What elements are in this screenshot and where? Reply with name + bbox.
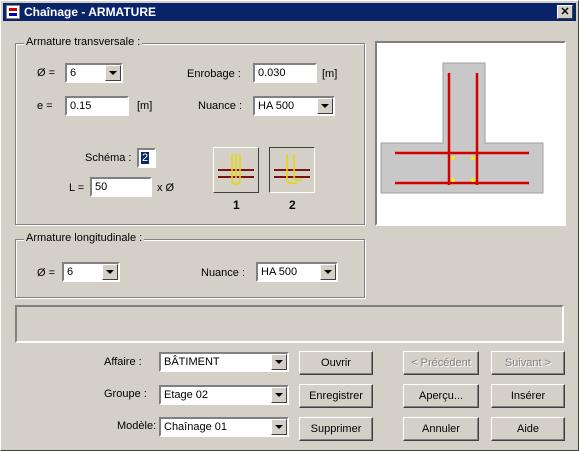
diam-trans-select[interactable]: 6 xyxy=(65,63,123,83)
enrobage-label: Enrobage : xyxy=(187,68,241,80)
modele-select[interactable]: Chaînage 01 xyxy=(159,417,289,437)
affaire-select[interactable]: BÂTIMENT xyxy=(159,352,289,372)
nuance-long-value: HA 500 xyxy=(261,266,298,278)
aide-button[interactable]: Aide xyxy=(491,417,565,441)
nuance-trans-select[interactable]: HA 500 xyxy=(253,96,335,116)
modele-value: Chaînage 01 xyxy=(164,421,227,433)
chevron-down-icon[interactable] xyxy=(102,264,118,280)
apercu-button[interactable]: Aperçu... xyxy=(403,384,479,408)
transversale-legend: Armature transversale : xyxy=(24,36,143,48)
section-drawing xyxy=(380,62,544,194)
nuance-long-label: Nuance : xyxy=(201,267,246,279)
section-preview xyxy=(375,41,566,226)
groupe-value: Etage 02 xyxy=(164,389,209,401)
schema1-button[interactable] xyxy=(213,147,259,193)
chevron-down-icon[interactable] xyxy=(271,354,287,370)
nuance-trans-value: HA 500 xyxy=(258,100,295,112)
schema2-icon xyxy=(274,154,310,184)
app-icon xyxy=(6,5,20,19)
dialog-window: Chaînage - ARMATURE ✕ Armature transvers… xyxy=(0,0,579,451)
nuance-trans-label: Nuance : xyxy=(198,100,243,112)
diam-trans-label: Ø = xyxy=(37,67,56,79)
schema2-number: 2 xyxy=(289,198,296,212)
chevron-down-icon[interactable] xyxy=(271,419,287,435)
schema1-icon xyxy=(218,154,254,185)
schema-value: 2 xyxy=(141,152,150,164)
groupe-label: Groupe : xyxy=(104,388,147,400)
message-panel xyxy=(15,305,564,343)
longitudinale-legend: Armature longitudinale : xyxy=(24,232,145,244)
L-label: L = xyxy=(69,182,85,194)
schema2-button[interactable] xyxy=(269,147,315,193)
diam-trans-value: 6 xyxy=(70,67,77,79)
affaire-label: Affaire : xyxy=(104,356,142,368)
chevron-down-icon[interactable] xyxy=(317,98,333,114)
chevron-down-icon[interactable] xyxy=(105,65,121,81)
modele-label: Modèle: xyxy=(117,420,157,432)
groupe-select[interactable]: Etage 02 xyxy=(159,385,289,405)
e-unit: [m] xyxy=(137,100,153,112)
close-button[interactable]: ✕ xyxy=(557,5,573,19)
diam-long-select[interactable]: 6 xyxy=(62,262,120,282)
diam-long-value: 6 xyxy=(67,266,74,278)
chevron-down-icon[interactable] xyxy=(320,264,336,280)
e-label: e = xyxy=(37,100,53,112)
title-bar: Chaînage - ARMATURE ✕ xyxy=(3,3,576,21)
chevron-down-icon[interactable] xyxy=(271,387,287,403)
enrobage-input[interactable]: 0.030 xyxy=(253,63,317,83)
window-title: Chaînage - ARMATURE xyxy=(24,5,156,19)
diam-long-label: Ø = xyxy=(37,267,56,279)
enrobage-unit: [m] xyxy=(322,68,338,80)
L-unit: x Ø xyxy=(157,182,175,194)
nuance-long-select[interactable]: HA 500 xyxy=(256,262,338,282)
inserer-button[interactable]: Insérer xyxy=(491,384,565,408)
L-input[interactable]: 50 xyxy=(90,177,152,197)
suivant-button[interactable]: Suivant > xyxy=(491,351,565,375)
e-input[interactable]: 0.15 xyxy=(65,96,129,116)
ouvrir-button[interactable]: Ouvrir xyxy=(299,351,373,375)
schema-input[interactable]: 2 xyxy=(137,148,156,168)
enregistrer-button[interactable]: Enregistrer xyxy=(299,384,373,408)
precedent-button[interactable]: < Précédent xyxy=(403,351,479,375)
schema1-number: 1 xyxy=(233,198,240,212)
affaire-value: BÂTIMENT xyxy=(164,356,220,368)
supprimer-button[interactable]: Supprimer xyxy=(299,417,373,441)
schema-label: Schéma : xyxy=(85,152,132,164)
annuler-button[interactable]: Annuler xyxy=(403,417,479,441)
